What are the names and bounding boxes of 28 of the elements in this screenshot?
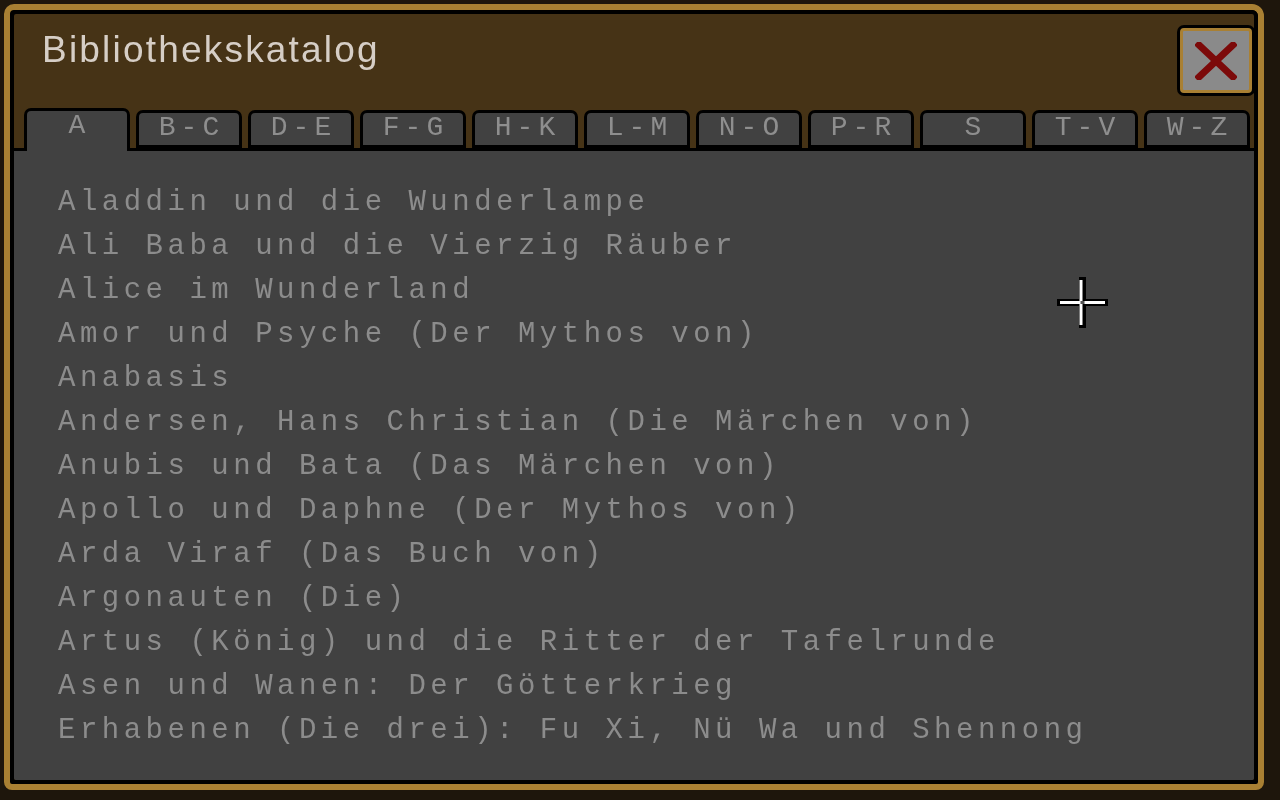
tab[interactable]: L-M <box>584 110 690 148</box>
crosshair-cursor-icon <box>1057 277 1108 328</box>
tab[interactable]: N-O <box>696 110 802 148</box>
tab[interactable]: F-G <box>360 110 466 148</box>
catalog-entry[interactable]: Apollo und Daphne (Der Mythos von) <box>58 489 803 533</box>
tab[interactable]: T-V <box>1032 110 1138 148</box>
tab[interactable]: H-K <box>472 110 578 148</box>
tab[interactable]: S <box>920 110 1026 148</box>
catalog-entry[interactable]: Amor und Psyche (Der Mythos von) <box>58 313 759 357</box>
tab[interactable]: A <box>24 108 130 151</box>
catalog-entry[interactable]: Asen und Wanen: Der Götterkrieg <box>58 665 737 709</box>
tab[interactable]: P-R <box>808 110 914 148</box>
catalog-entry[interactable]: Arda Viraf (Das Buch von) <box>58 533 606 577</box>
catalog-entry[interactable]: Alice im Wunderland <box>58 269 475 313</box>
tab[interactable]: D-E <box>248 110 354 148</box>
catalog-entry[interactable]: Erhabenen (Die drei): Fu Xi, Nü Wa und Shennong <box>58 709 1088 753</box>
catalog-entry[interactable]: Aladdin und die Wunderlampe <box>58 181 650 225</box>
catalog-entry[interactable]: Andersen, Hans Christian (Die Märchen von) <box>58 401 978 445</box>
tab[interactable]: B-C <box>136 110 242 148</box>
window-title: Bibliothekskatalog <box>42 28 380 72</box>
catalog-entry[interactable]: Artus (König) und die Ritter der Tafelrunde <box>58 621 1000 665</box>
close-icon <box>1195 41 1237 80</box>
close-button[interactable] <box>1180 28 1252 93</box>
catalog-entry[interactable]: Anubis und Bata (Das Märchen von) <box>58 445 781 489</box>
catalog-entry[interactable]: Anabasis <box>58 357 234 401</box>
tab[interactable]: W-Z <box>1144 110 1250 148</box>
catalog-entry[interactable]: Argonauten (Die) <box>58 577 409 621</box>
catalog-entry[interactable]: Ali Baba und die Vierzig Räuber <box>58 225 737 269</box>
